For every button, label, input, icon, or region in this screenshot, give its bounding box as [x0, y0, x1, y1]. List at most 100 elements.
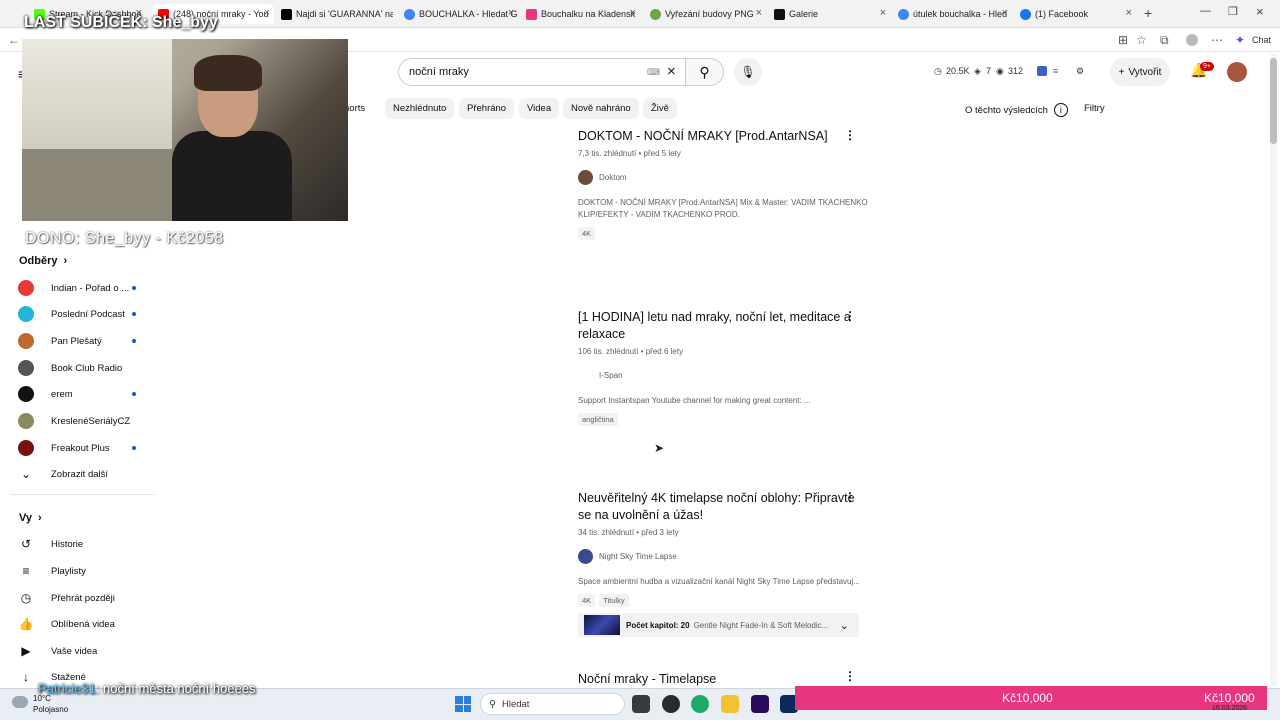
donation-goal-bar: Kč10,000 Kč10,000: [795, 686, 1267, 710]
sidebar-item-liked[interactable]: 👍 Oblíbená videa: [18, 614, 148, 634]
facebook-icon: [1020, 8, 1031, 20]
close-icon[interactable]: ×: [508, 7, 514, 19]
clear-icon[interactable]: ×: [667, 63, 676, 80]
sidebar-item-watch-later[interactable]: ◷ Přehrát později: [18, 588, 148, 608]
create-button[interactable]: + Vytvořit: [1110, 58, 1170, 86]
about-results-button[interactable]: O těchto výsledcích i: [965, 103, 1068, 117]
scrollbar[interactable]: [1270, 54, 1277, 686]
search-input[interactable]: noční mraky ⌨ ×: [398, 58, 686, 86]
avatar[interactable]: [1227, 62, 1247, 82]
sidebar-item-subscription[interactable]: Pan Plešatý: [18, 331, 148, 351]
avatar: [578, 170, 593, 185]
channel-link[interactable]: Doktom: [578, 170, 868, 185]
stat-value: 312: [1008, 66, 1024, 76]
video-title[interactable]: Neuvěřitelný 4K timelapse noční oblohy: …: [578, 490, 868, 524]
sidebar-item-subscription[interactable]: KreslenéSeriályCZ: [18, 411, 148, 431]
back-arrow-icon[interactable]: ←: [8, 33, 20, 47]
gallery-icon: [774, 8, 785, 20]
tools-icon[interactable]: ⚙: [1076, 66, 1084, 77]
star-icon[interactable]: ☆: [1136, 33, 1147, 47]
search-button[interactable]: ⚲: [686, 58, 724, 86]
sidebar-item-playlists[interactable]: ≡ Playlisty: [18, 561, 148, 581]
browser-tab[interactable]: (1) Facebook ×: [1014, 4, 1136, 24]
file-explorer-icon[interactable]: [721, 695, 739, 713]
sidebar-item-subscription[interactable]: Indian - Pořad o ...: [18, 278, 148, 298]
channel-link[interactable]: I-Span: [578, 368, 868, 383]
chip-watched[interactable]: Přehráno: [459, 98, 515, 119]
channel-avatar-icon: [18, 386, 34, 402]
filters-button[interactable]: Filtry: [1084, 103, 1105, 114]
chip-recently-uploaded[interactable]: Nově nahráno: [563, 98, 639, 119]
sidebar-item-subscription[interactable]: Book Club Radio: [18, 358, 148, 378]
close-icon[interactable]: ×: [630, 7, 636, 19]
sidebar-item-history[interactable]: ↺ Historie: [18, 534, 148, 554]
google-icon: [898, 8, 909, 20]
chevron-down-icon: ⌄: [20, 467, 32, 481]
you-heading[interactable]: Vy ›: [19, 512, 42, 524]
tiktok-icon: [281, 8, 292, 20]
browser-tab[interactable]: Bouchalku na Kladensk ×: [520, 4, 640, 24]
browser-tab[interactable]: útulek bouchalka - Hled ×: [892, 4, 1012, 24]
browser-tab[interactable]: Najdi si 'GUARANNA' na: [275, 4, 393, 24]
chip-unwatched[interactable]: Nezhlédnuto: [385, 98, 455, 119]
chip-live[interactable]: Živě: [643, 98, 677, 119]
sidebar-item-subscription[interactable]: erem: [18, 384, 148, 404]
avatar: [578, 368, 593, 383]
premiere-icon[interactable]: [751, 695, 769, 713]
browser-tab[interactable]: Galerie ×: [768, 4, 890, 24]
close-icon[interactable]: ×: [880, 7, 886, 19]
channel-link[interactable]: Night Sky Time Lapse: [578, 549, 868, 564]
search-result[interactable]: [1 HODINA] letu nad mraky, noční let, me…: [578, 309, 868, 426]
show-more-button[interactable]: ⌄ Zobrazit další: [18, 464, 148, 484]
close-icon[interactable]: ×: [756, 7, 762, 19]
voice-search-button[interactable]: 🎙: [734, 58, 762, 86]
task-view-icon[interactable]: [632, 695, 650, 713]
close-icon[interactable]: ×: [1126, 7, 1132, 19]
sidebar-item-your-videos[interactable]: ▶ Vaše videa: [18, 641, 148, 661]
sidebar-item-subscription[interactable]: Poslední Podcast: [18, 304, 148, 324]
video-meta: 34 tis. zhlédnutí • před 3 lety: [578, 528, 679, 537]
search-result[interactable]: Neuvěřitelný 4K timelapse noční oblohy: …: [578, 490, 868, 607]
close-icon[interactable]: ×: [264, 7, 270, 19]
copilot-icon[interactable]: ✦: [1235, 33, 1245, 47]
more-options-icon[interactable]: ⋮: [844, 490, 856, 504]
new-tab-button[interactable]: +: [1144, 5, 1152, 21]
browser-tab[interactable]: Vyřezání budovy PNG ×: [644, 4, 766, 24]
mouse-cursor-icon: ➤: [654, 441, 665, 455]
video-title[interactable]: [1 HODINA] letu nad mraky, noční let, me…: [578, 309, 868, 343]
more-menu-icon[interactable]: ⋯: [1211, 33, 1223, 47]
close-icon[interactable]: ×: [1002, 7, 1008, 19]
bed-background: [22, 149, 172, 221]
weather-icon[interactable]: [12, 696, 28, 708]
keyboard-icon[interactable]: ⌨: [647, 67, 660, 78]
sidebar-item-subscription[interactable]: Freakout Plus: [18, 438, 148, 458]
video-title[interactable]: DOKTOM - NOČNÍ MRAKY [Prod.AntarNSA]: [578, 128, 868, 145]
puzzle-icon[interactable]: ⧉: [1160, 33, 1169, 48]
more-options-icon[interactable]: ⋮: [844, 309, 856, 323]
minimize-button[interactable]: —: [1200, 5, 1211, 17]
subscriptions-heading[interactable]: Odběry ›: [19, 255, 67, 267]
search-result[interactable]: DOKTOM - NOČNÍ MRAKY [Prod.AntarNSA] 7,3…: [578, 128, 868, 240]
chip-videos[interactable]: Videa: [519, 98, 560, 119]
list-icon[interactable]: ≡: [1053, 66, 1058, 76]
close-window-button[interactable]: ×: [1256, 4, 1264, 19]
chevron-down-icon: ⌄: [839, 619, 849, 632]
new-content-dot: [132, 286, 136, 290]
browser-tab[interactable]: BOUCHALKA - Hledat G ×: [398, 4, 518, 24]
chat-label[interactable]: Chat: [1252, 35, 1271, 45]
extension-icon[interactable]: [1037, 66, 1047, 76]
edge-icon[interactable]: [691, 695, 709, 713]
playlist-icon: ≡: [22, 564, 30, 578]
chapters-expander[interactable]: Počet kapitol: 20 Gentle Night Fade-In &…: [578, 613, 859, 637]
scrollbar-thumb[interactable]: [1270, 58, 1277, 144]
subtitles-badge: Titulky: [599, 594, 629, 607]
taskbar-search[interactable]: ⚲ Hledat: [480, 693, 625, 715]
more-options-icon[interactable]: ⋮: [844, 669, 856, 683]
extensions-icon[interactable]: ⊞: [1118, 33, 1128, 47]
video-description: Space ambientní hudba a vizualizační kan…: [578, 577, 860, 586]
profile-icon[interactable]: [1186, 34, 1198, 46]
start-button[interactable]: [455, 696, 471, 712]
more-options-icon[interactable]: ⋮: [844, 128, 856, 142]
obs-icon[interactable]: [662, 695, 680, 713]
maximize-button[interactable]: ❐: [1228, 5, 1238, 18]
